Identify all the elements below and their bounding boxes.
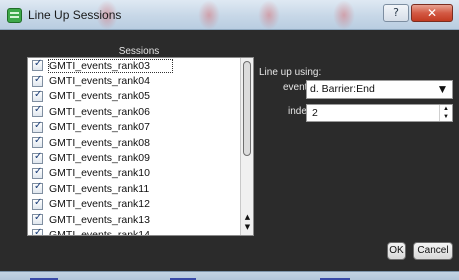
session-label: GMTI_events_rank13 [49, 213, 150, 226]
window-title: Line Up Sessions [28, 8, 122, 22]
list-item[interactable]: GMTI_events_rank10 [28, 166, 239, 181]
list-item[interactable]: GMTI_events_rank12 [28, 197, 239, 212]
event-label: event [283, 82, 308, 93]
help-button[interactable]: ? [383, 4, 409, 22]
session-checkbox[interactable] [32, 181, 43, 195]
list-item[interactable]: GMTI_events_rank08 [28, 135, 239, 150]
session-label: GMTI_events_rank11 [49, 182, 150, 195]
session-label: GMTI_events_rank12 [49, 198, 150, 211]
session-checkbox[interactable] [32, 120, 43, 133]
sessions-list[interactable]: GMTI_events_rank03 GMTI_events_rank04 GMTI… [27, 57, 254, 236]
session-label: GMTI_events_rank09 [49, 152, 150, 165]
list-item[interactable]: GMTI_events_rank14 [28, 227, 239, 236]
session-label: GMTI_events_rank08 [49, 136, 150, 149]
titlebar-decoration [198, 0, 220, 30]
session-checkbox[interactable] [32, 58, 43, 72]
session-checkbox[interactable] [32, 212, 43, 226]
ok-button[interactable]: OK [387, 242, 406, 260]
list-item[interactable]: GMTI_events_rank11 [28, 181, 239, 196]
session-checkbox[interactable] [32, 89, 43, 102]
session-checkbox[interactable] [32, 227, 43, 235]
session-checkbox[interactable] [32, 197, 43, 210]
chevron-down-icon[interactable]: ▼ [433, 81, 452, 98]
scrollbar-thumb[interactable] [243, 61, 251, 156]
list-item[interactable]: GMTI_events_rank07 [28, 120, 239, 135]
session-checkbox[interactable] [32, 135, 43, 149]
session-label: GMTI_events_rank14 [49, 228, 150, 236]
line-up-using-label: Line up using: [259, 67, 322, 78]
session-label: GMTI_events_rank10 [49, 167, 150, 180]
line-up-sessions-dialog: Line Up Sessions ? ✕ Sessions GMTI_event… [0, 0, 459, 280]
bottom-window-edge [0, 271, 459, 280]
sessions-list-items: GMTI_events_rank03 GMTI_events_rank04 GMTI… [28, 58, 239, 236]
session-label: GMTI_events_rank03 [48, 58, 173, 73]
scroll-down-arrow-icon[interactable]: ▼ [241, 223, 253, 232]
list-item[interactable]: GMTI_events_rank03 [28, 58, 239, 73]
session-label: GMTI_events_rank04 [49, 75, 150, 88]
session-label: GMTI_events_rank07 [49, 121, 150, 134]
titlebar-decoration [333, 0, 355, 30]
cancel-button[interactable]: Cancel [413, 242, 453, 260]
scroll-up-arrow-icon[interactable]: ▲ [241, 213, 253, 222]
list-item[interactable]: GMTI_events_rank04 [28, 73, 239, 88]
list-item[interactable]: GMTI_events_rank09 [28, 150, 239, 165]
spin-up-icon[interactable]: ▲ [440, 105, 452, 113]
sessions-header: Sessions [118, 46, 160, 57]
session-checkbox[interactable] [32, 166, 43, 179]
event-select-value: d. Barrier:End [310, 83, 375, 95]
index-value: 2 [312, 107, 318, 119]
app-icon [7, 8, 22, 23]
session-checkbox[interactable] [32, 151, 43, 164]
close-button[interactable]: ✕ [411, 4, 453, 22]
title-bar[interactable]: Line Up Sessions ? ✕ [0, 0, 459, 30]
sessions-scrollbar[interactable]: ▲ ▼ [240, 58, 253, 235]
session-checkbox[interactable] [32, 104, 43, 118]
list-item[interactable]: GMTI_events_rank05 [28, 89, 239, 104]
index-spin-buttons[interactable]: ▲ ▼ [439, 105, 452, 121]
session-label: GMTI_events_rank06 [49, 105, 150, 118]
event-select[interactable]: d. Barrier:End ▼ [306, 80, 453, 99]
index-spinbox[interactable]: 2 ▲ ▼ [306, 104, 453, 122]
spin-down-icon[interactable]: ▼ [440, 113, 452, 121]
list-item[interactable]: GMTI_events_rank06 [28, 104, 239, 119]
session-checkbox[interactable] [32, 74, 43, 87]
titlebar-decoration [258, 0, 280, 30]
list-item[interactable]: GMTI_events_rank13 [28, 212, 239, 227]
session-label: GMTI_events_rank05 [49, 90, 150, 103]
